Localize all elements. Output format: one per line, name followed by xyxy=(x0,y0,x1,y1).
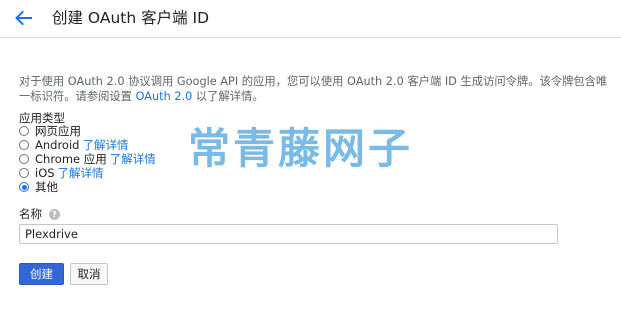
radio-label: 其他 xyxy=(35,180,58,194)
radio-option-chrome-app[interactable]: Chrome 应用 了解详情 xyxy=(19,152,156,166)
description-text-after: 以了解详情。 xyxy=(192,90,264,103)
create-oauth-client-page: 创建 OAuth 客户端 ID 对于使用 OAuth 2.0 协议调用 Goog… xyxy=(0,0,621,310)
radio-label: Chrome 应用 xyxy=(35,152,107,166)
description-text-before: 对于使用 OAuth 2.0 协议调用 Google API 的应用，您可以使用… xyxy=(19,75,608,103)
create-button[interactable]: 创建 xyxy=(19,263,64,285)
help-icon[interactable]: ? xyxy=(49,208,60,220)
radio-button-selected[interactable] xyxy=(19,182,29,192)
oauth-docs-link[interactable]: OAuth 2.0 xyxy=(136,90,193,103)
radio-button[interactable] xyxy=(19,168,29,178)
radio-button[interactable] xyxy=(19,126,29,136)
arrow-back-icon xyxy=(15,10,32,26)
radio-button[interactable] xyxy=(19,140,29,150)
radio-option-ios[interactable]: iOS 了解详情 xyxy=(19,166,104,180)
page-title: 创建 OAuth 客户端 ID xyxy=(52,9,210,27)
radio-button[interactable] xyxy=(19,154,29,164)
radio-option-android[interactable]: Android 了解详情 xyxy=(19,138,128,152)
learn-more-link[interactable]: 了解详情 xyxy=(58,166,104,180)
description-text: 对于使用 OAuth 2.0 协议调用 Google API 的应用，您可以使用… xyxy=(19,74,609,104)
radio-label: 网页应用 xyxy=(35,124,81,138)
name-field-label-row: 名称 ? xyxy=(19,207,60,221)
back-button[interactable] xyxy=(12,8,34,28)
page-header: 创建 OAuth 客户端 ID xyxy=(0,0,621,38)
app-type-label: 应用类型 xyxy=(19,111,65,125)
cancel-button[interactable]: 取消 xyxy=(70,263,108,285)
radio-label: Android xyxy=(35,138,80,152)
name-input[interactable] xyxy=(19,224,558,244)
learn-more-link[interactable]: 了解详情 xyxy=(82,138,128,152)
radio-option-web-app[interactable]: 网页应用 xyxy=(19,124,81,138)
radio-option-other[interactable]: 其他 xyxy=(19,180,58,194)
name-field-label: 名称 xyxy=(19,207,42,221)
watermark-text: 常青藤网子 xyxy=(188,124,414,173)
learn-more-link[interactable]: 了解详情 xyxy=(110,152,156,166)
radio-label: iOS xyxy=(35,166,55,180)
